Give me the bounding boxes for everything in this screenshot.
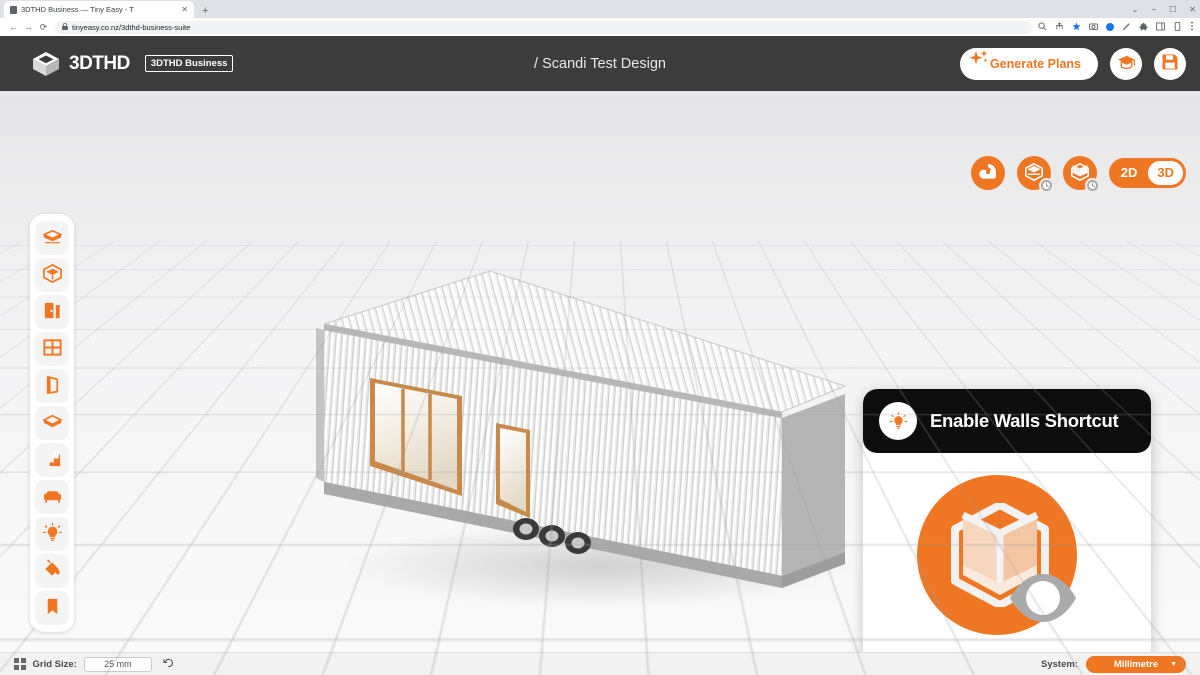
brand-logo[interactable]: 3DTHD 3DTHD Business [32,51,234,77]
site-favicon [10,5,17,14]
unit-system-group: System: Millimetre ▼ [1041,655,1186,673]
graduation-cap-button[interactable] [1110,47,1142,80]
tip-card-illustration [917,475,1097,655]
close-icon[interactable]: ✕ [181,5,188,14]
light-bulb-icon [879,402,917,440]
forward-icon[interactable]: → [21,22,36,32]
lock-icon [62,22,68,32]
floor-slab-icon [42,226,63,250]
tip-card-body [863,453,1151,675]
floppy-disk-icon [1161,53,1179,74]
profile-icon[interactable] [1106,23,1114,31]
tool-layer[interactable] [35,406,69,440]
brand-badge: 3DTHD Business [144,55,234,72]
tab-strip: 3DTHD Business — Tiny Easy - T ✕ + ⌄ − ☐… [0,0,1200,18]
window-controls: ⌄ − ☐ ✕ [1132,0,1196,18]
tool-window[interactable] [35,332,69,366]
chevron-down-icon[interactable]: ⌄ [1132,5,1139,14]
chevron-down-icon: ▼ [1170,660,1177,668]
cube-logo-icon [32,51,60,77]
tool-furniture[interactable] [35,480,69,514]
history-badge-icon [1038,178,1054,193]
tip-card-title: Enable Walls Shortcut [930,410,1119,431]
tiny-house-model[interactable] [300,266,860,611]
menu-icon[interactable] [1190,21,1194,33]
share-icon[interactable] [1055,21,1064,33]
sparkle-icon [968,49,990,71]
generate-plans-button[interactable]: Generate Plans [959,47,1098,80]
window-close-icon[interactable]: ✕ [1189,5,1196,14]
design-viewport[interactable]: 2D 3D Enable Walls Shortcut [0,91,1200,675]
omnibox-row: ← → ⟳ tinyeasy.co.nz/3dthd-business-suit… [0,18,1200,36]
new-tab-button[interactable]: + [202,5,208,17]
zoom-icon[interactable] [1038,21,1047,33]
app-header: 3DTHD 3DTHD Business / Scandi Test Desig… [0,36,1200,91]
save-button[interactable] [1154,47,1186,80]
extensions-icon[interactable] [1139,22,1148,33]
light-bulb-icon [42,522,63,546]
layer-slab-icon [42,411,63,435]
tool-stairs[interactable] [35,443,69,477]
tool-door[interactable] [35,295,69,329]
system-label: System: [1041,658,1078,670]
window-icon [42,337,63,361]
reload-icon[interactable]: ⟳ [36,22,51,33]
graduation-cap-icon [1117,54,1136,74]
toggle-3d[interactable]: 3D [1148,161,1183,185]
paint-bucket-icon [42,559,63,583]
wall-panel-icon [42,374,63,398]
stairs-icon [42,448,63,472]
edit-icon[interactable] [1122,22,1131,33]
maximize-icon[interactable]: ☐ [1169,5,1176,14]
room-box-icon [42,263,63,287]
door-icon [42,300,63,324]
unit-system-select[interactable]: Millimetre ▼ [1086,655,1186,673]
browser-chrome: 3DTHD Business — Tiny Easy - T ✕ + ⌄ − ☐… [0,0,1200,36]
password-icon[interactable] [1173,21,1182,33]
screenshot-icon[interactable] [1089,22,1098,33]
tool-bookmark[interactable] [35,591,69,625]
tab-title: 3DTHD Business — Tiny Easy - T [21,5,134,14]
app-window: 3DTHD 3DTHD Business / Scandi Test Desig… [0,36,1200,675]
tip-card-header: Enable Walls Shortcut [863,389,1151,453]
dimension-toggle[interactable]: 2D 3D [1108,158,1186,188]
grid-size-group: Grid Size: [14,656,174,672]
brand-name: 3DTHD [69,52,130,74]
view-controls: 2D 3D [970,156,1186,193]
generate-plans-label: Generate Plans [989,56,1081,71]
toggle-roof-button[interactable] [1016,156,1054,193]
history-badge-icon [1084,178,1100,193]
tip-card[interactable]: Enable Walls Shortcut [863,389,1151,675]
grid-size-input[interactable] [83,656,152,672]
eye-icon [1006,570,1080,631]
tool-room[interactable] [35,258,69,292]
toggle-walls-button[interactable] [1062,156,1100,193]
measure-tool-button[interactable] [970,156,1005,190]
bookmark-icon [42,596,63,620]
toggle-2d[interactable]: 2D [1112,161,1147,185]
app-header-actions: Generate Plans [959,47,1186,80]
tool-wall[interactable] [35,369,69,403]
sidepanel-icon[interactable] [1156,21,1165,33]
unit-system-value: Millimetre [1113,658,1159,670]
back-icon[interactable]: ← [6,22,21,32]
browser-tab[interactable]: 3DTHD Business — Tiny Easy - T ✕ [4,1,194,18]
left-toolbar [30,214,74,632]
bookmark-star-icon[interactable] [1072,22,1081,33]
address-bar[interactable]: tinyeasy.co.nz/3dthd-business-suite [55,20,1032,34]
tape-measure-icon [978,162,998,185]
browser-toolbar-icons [1038,21,1194,33]
url-text: tinyeasy.co.nz/3dthd-business-suite [72,22,191,32]
minimize-icon[interactable]: − [1151,5,1156,14]
status-bar: Grid Size: System: Millimetre ▼ [0,652,1200,675]
tool-lighting[interactable] [35,517,69,551]
grid-icon [14,658,26,670]
grid-size-label: Grid Size: [32,658,77,670]
tool-floor[interactable] [35,221,69,255]
tool-paint[interactable] [35,554,69,588]
reset-arrow-icon[interactable] [163,657,174,671]
sofa-icon [42,485,63,509]
